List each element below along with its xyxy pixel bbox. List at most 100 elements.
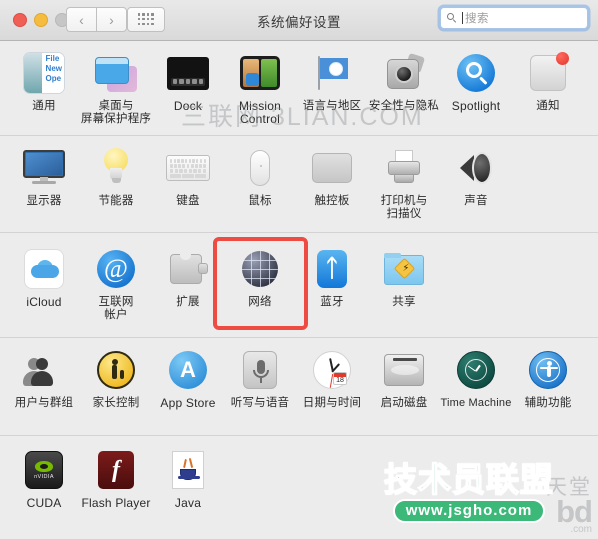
section-hardware: 显示器 节能器 键盘 鼠标 触控板 打印机与 扫描仪 声音	[0, 135, 598, 232]
pane-label: App Store	[160, 396, 216, 410]
pref-pane-keyboard[interactable]: 键盘	[152, 136, 224, 208]
pref-pane-parental-controls[interactable]: 家长控制	[80, 338, 152, 410]
pref-pane-printers-scanners[interactable]: 打印机与 扫描仪	[368, 136, 440, 221]
pane-label: 听写与语音	[230, 397, 290, 409]
startup-disk-icon	[382, 348, 426, 392]
sound-icon	[454, 146, 498, 190]
pref-pane-notifications[interactable]: 通知	[512, 41, 584, 113]
pane-label: 通用	[32, 100, 56, 112]
icloud-icon	[22, 247, 66, 291]
pref-pane-security-privacy[interactable]: 安全性与隐私	[368, 41, 440, 113]
mouse-icon	[238, 146, 282, 190]
traffic-lights	[13, 13, 69, 27]
pane-label: Time Machine	[440, 397, 512, 409]
pref-pane-startup-disk[interactable]: 启动磁盘	[368, 338, 440, 410]
section-third-party: nVIDIA CUDA f Flash Player Java	[0, 435, 598, 539]
pref-pane-general[interactable]: File New Ope 通用	[8, 41, 80, 113]
pref-pane-mouse[interactable]: 鼠标	[224, 136, 296, 208]
pane-label: 节能器	[98, 195, 134, 207]
grid-icon	[137, 13, 155, 25]
dictation-speech-icon	[238, 348, 282, 392]
java-icon	[166, 448, 210, 492]
pref-pane-spotlight[interactable]: Spotlight	[440, 41, 512, 113]
pref-pane-trackpad[interactable]: 触控板	[296, 136, 368, 208]
language-region-icon	[310, 51, 354, 95]
date-time-icon: 18	[310, 348, 354, 392]
pane-label: 网络	[248, 296, 272, 308]
pane-label: 启动磁盘	[380, 397, 428, 409]
pane-label: 打印机与 扫描仪	[380, 195, 428, 220]
pref-pane-sharing[interactable]: ⚡ 共享	[368, 233, 440, 309]
pref-pane-time-machine[interactable]: Time Machine	[440, 338, 512, 410]
pane-label: Flash Player	[81, 496, 151, 510]
mission-control-icon	[238, 51, 282, 95]
pref-pane-accessibility[interactable]: 辅助功能	[512, 338, 584, 410]
pane-label: 显示器	[26, 195, 62, 207]
pane-label: 通知	[536, 100, 560, 112]
pane-label: 互联网 帐户	[98, 296, 134, 321]
pane-label: 鼠标	[248, 195, 272, 207]
pane-label: 共享	[392, 296, 416, 308]
chevron-right-icon: ›	[109, 11, 114, 28]
pref-pane-extensions[interactable]: 扩展	[152, 233, 224, 309]
extensions-icon	[166, 247, 210, 291]
pref-pane-language-region[interactable]: 语言与地区	[296, 41, 368, 113]
pane-label: Java	[174, 496, 202, 510]
users-groups-icon	[22, 348, 66, 392]
show-all-button[interactable]	[127, 7, 165, 32]
time-machine-icon	[454, 348, 498, 392]
pref-pane-date-time[interactable]: 18 日期与时间	[296, 338, 368, 410]
printers-scanners-icon	[382, 146, 426, 190]
pref-pane-dictation-speech[interactable]: 听写与语音	[224, 338, 296, 410]
pane-label: Dock	[173, 99, 203, 113]
pref-pane-app-store[interactable]: A App Store	[152, 338, 224, 410]
pref-pane-energy-saver[interactable]: 节能器	[80, 136, 152, 208]
trackpad-icon	[310, 146, 354, 190]
network-icon	[238, 247, 282, 291]
pane-label: 蓝牙	[320, 296, 344, 308]
pane-label: CUDA	[26, 496, 62, 510]
accessibility-icon	[526, 348, 570, 392]
pref-pane-mission-control[interactable]: Mission Control	[224, 41, 296, 126]
dock-icon	[166, 51, 210, 95]
pane-label: 家长控制	[92, 397, 140, 409]
system-preferences-window: ‹ › 系统偏好设置 搜索 File New Ope 通用 桌面与 屏幕保护程序…	[0, 0, 598, 539]
forward-button[interactable]: ›	[96, 7, 127, 32]
pref-pane-users-groups[interactable]: 用户与群组	[8, 338, 80, 410]
minimize-button[interactable]	[34, 13, 48, 27]
back-button[interactable]: ‹	[66, 7, 96, 32]
search-field[interactable]: 搜索	[440, 7, 588, 29]
internet-accounts-icon: @	[94, 247, 138, 291]
calendar-day-number: 18	[336, 377, 344, 384]
search-icon	[447, 12, 458, 24]
pref-pane-sound[interactable]: 声音	[440, 136, 512, 208]
section-internet-wireless: iCloud @ 互联网 帐户 扩展 网络 ᛏ 蓝牙 ⚡ 共享	[0, 232, 598, 337]
pref-pane-desktop-screensaver[interactable]: 桌面与 屏幕保护程序	[80, 41, 152, 126]
pane-label: 键盘	[176, 195, 200, 207]
spotlight-icon	[454, 51, 498, 95]
pane-label: 辅助功能	[524, 397, 572, 409]
pane-label: 桌面与 屏幕保护程序	[80, 100, 152, 125]
pane-label: 语言与地区	[302, 100, 362, 112]
pref-pane-dock[interactable]: Dock	[152, 41, 224, 113]
bluetooth-icon: ᛏ	[310, 247, 354, 291]
pref-pane-internet-accounts[interactable]: @ 互联网 帐户	[80, 233, 152, 322]
pref-pane-flash-player[interactable]: f Flash Player	[80, 436, 152, 510]
pref-pane-network[interactable]: 网络	[224, 233, 296, 309]
pane-label: 日期与时间	[302, 397, 362, 409]
notifications-icon	[526, 51, 570, 95]
app-store-icon: A	[166, 348, 210, 392]
close-button[interactable]	[13, 13, 27, 27]
pref-pane-bluetooth[interactable]: ᛏ 蓝牙	[296, 233, 368, 309]
nvidia-wordmark: nVIDIA	[34, 473, 54, 480]
pref-pane-cuda[interactable]: nVIDIA CUDA	[8, 436, 80, 510]
desktop-screensaver-icon	[94, 51, 138, 95]
section-system: 用户与群组 家长控制 A App Store 听写与语音 18 日期与时间 启动…	[0, 337, 598, 435]
parental-controls-icon	[94, 348, 138, 392]
pref-pane-icloud[interactable]: iCloud	[8, 233, 80, 309]
section-personal: File New Ope 通用 桌面与 屏幕保护程序 Dock Mission …	[0, 41, 598, 135]
pane-label: 安全性与隐私	[368, 100, 440, 112]
pref-pane-java[interactable]: Java	[152, 436, 224, 510]
energy-saver-icon	[94, 146, 138, 190]
pref-pane-displays[interactable]: 显示器	[8, 136, 80, 208]
